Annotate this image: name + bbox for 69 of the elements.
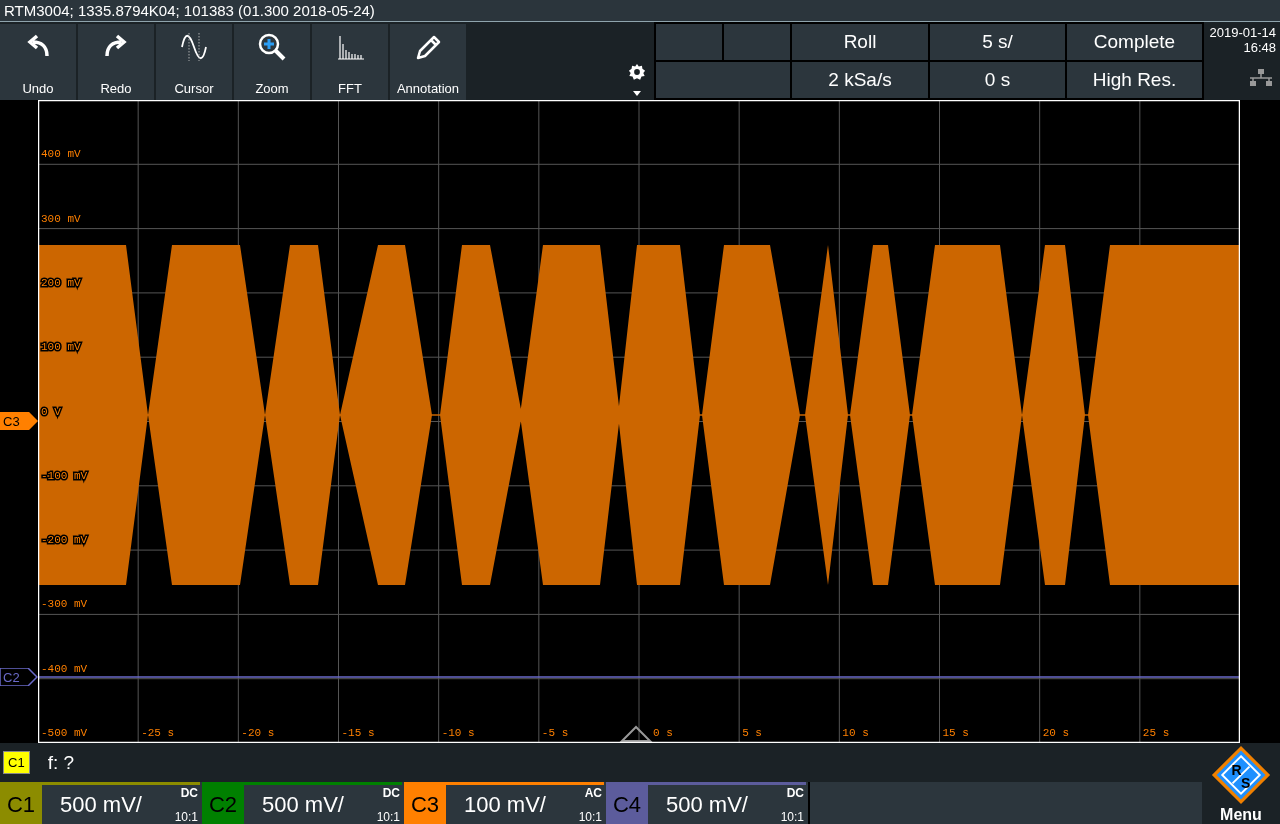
probe-ratio: 10:1 [376,810,400,824]
caret-icon [633,91,641,96]
network-icon [1250,69,1272,87]
channel-tile[interactable]: C2 500 mV/ DC 10:1 [202,782,402,824]
toolbar-button[interactable]: FFT [312,24,388,100]
info-cell[interactable]: Roll [792,24,928,60]
probe-ratio: 10:1 [780,810,804,824]
channel-badge: C1 [3,751,30,774]
y-axis-label: -200 mV [41,534,88,547]
vertical-scale: 500 mV/ [261,790,345,819]
x-axis-label: 0 s [653,727,673,739]
x-axis-label: -5 s [541,727,569,739]
date-text: 2019-01-14 [1209,25,1276,40]
info-cell [656,24,722,60]
coupling-text: DC [180,786,198,800]
channel-tile[interactable]: C1 500 mV/ DC 10:1 [0,782,200,824]
zoom-icon [257,32,287,62]
info-cell[interactable]: High Res. [1067,62,1202,98]
toolbar-button[interactable]: Zoom [234,24,310,100]
toolbar-button[interactable]: Cursor [156,24,232,100]
probe-ratio: 10:1 [578,810,602,824]
x-axis-label: 10 s [842,727,869,739]
x-axis-label: -20 s [241,727,275,739]
x-axis-label: 15 s [942,727,969,739]
y-axis-label: 400 mV [41,148,81,161]
channel-name: C1 [0,785,42,824]
x-axis-label: -10 s [441,727,475,739]
vertical-scale: 500 mV/ [665,790,749,819]
channel-name: C3 [404,785,446,824]
measurement-text: f: ? [47,751,75,774]
x-axis-label: 20 s [1042,727,1070,739]
y-axis-label: -400 mV [41,662,88,675]
y-axis-label: 100 mV [41,341,81,354]
info-cell [724,24,790,60]
vertical-scale: 100 mV/ [463,790,547,819]
logo-icon: R S [1210,744,1272,806]
channel-tile[interactable]: C3 100 mV/ AC 10:1 [404,782,604,824]
y-axis-label: 300 mV [41,212,81,225]
x-axis-label: -25 s [141,727,175,739]
x-axis-label: 25 s [1142,727,1170,739]
sine-wave-icon [179,32,209,62]
channel-name: C2 [202,785,244,824]
y-axis-label: 200 mV [41,276,81,289]
y-axis-label: -100 mV [41,469,88,482]
channel-marker[interactable]: C2 [0,668,38,686]
trigger-marker-icon[interactable] [619,725,653,742]
channel-name: C4 [606,785,648,824]
toolbar-button[interactable]: Redo [78,24,154,100]
time-text: 16:48 [1243,40,1276,55]
y-axis-label: -500 mV [41,727,88,739]
settings-icon [628,63,646,81]
window-title: RTM3004; 1335.8794K04; 101383 (01.300 2018-05-24) [0,0,1280,22]
toolbar-button[interactable]: Annotation [390,24,466,100]
info-cell[interactable]: 0 s [930,62,1065,98]
coupling-text: DC [786,786,804,800]
vertical-scale: 500 mV/ [59,790,143,819]
channel-tile[interactable]: C4 500 mV/ DC 10:1 [606,782,806,824]
y-axis-label: 0 V [41,405,61,418]
toolbar-button[interactable]: Undo [0,24,76,100]
y-axis-label: -300 mV [41,598,88,611]
coupling-text: AC [584,786,602,800]
x-axis-label: 5 s [742,727,762,739]
info-cell[interactable]: Complete [1067,24,1202,60]
channel-marker[interactable]: C3 [0,412,38,430]
x-axis-label: -15 s [341,727,375,739]
info-cell[interactable]: 2 kSa/s [792,62,928,98]
probe-ratio: 10:1 [174,810,198,824]
coupling-text: DC [382,786,400,800]
info-cell[interactable]: 5 s/ [930,24,1065,60]
